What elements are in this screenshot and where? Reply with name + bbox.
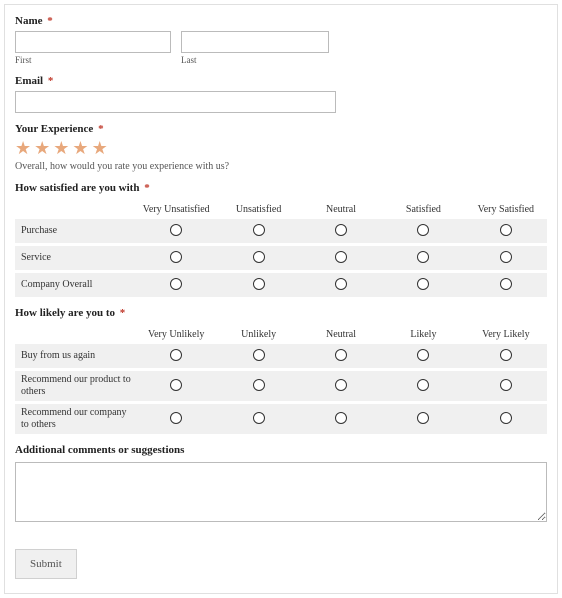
required-asterisk: * [98, 123, 104, 135]
email-input[interactable] [15, 91, 336, 113]
row-label: Purchase [15, 225, 135, 237]
radio-input[interactable] [500, 251, 512, 263]
last-name-col: Last [181, 31, 329, 65]
star-icon[interactable]: ★ [15, 139, 31, 157]
radio-input[interactable] [335, 379, 347, 391]
likelihood-matrix: Very Unlikely Unlikely Neutral Likely Ve… [15, 325, 547, 434]
radio-input[interactable] [335, 412, 347, 424]
col-head: Very Unsatisfied [135, 200, 217, 219]
satisfaction-matrix: Very Unsatisfied Unsatisfied Neutral Sat… [15, 200, 547, 297]
col-head: Neutral [300, 325, 382, 344]
experience-helper: Overall, how would you rate you experien… [15, 161, 547, 172]
matrix-row: Recommend our product to others [15, 371, 547, 401]
radio-input[interactable] [335, 349, 347, 361]
radio-input[interactable] [170, 412, 182, 424]
radio-input[interactable] [500, 379, 512, 391]
col-head: Unlikely [217, 325, 299, 344]
radio-input[interactable] [500, 278, 512, 290]
first-name-input[interactable] [15, 31, 171, 53]
matrix-row: Service [15, 246, 547, 270]
required-asterisk: * [47, 15, 53, 27]
header-spacer [15, 325, 135, 344]
radio-input[interactable] [170, 224, 182, 236]
header-spacer [15, 200, 135, 219]
radio-input[interactable] [253, 379, 265, 391]
name-label-text: Name [15, 15, 43, 27]
row-label: Buy from us again [15, 350, 135, 362]
row-label: Recommend our company to others [15, 407, 135, 431]
name-row: First Last [15, 31, 547, 65]
name-label: Name * [15, 15, 547, 27]
radio-input[interactable] [253, 349, 265, 361]
satisfaction-label: How satisfied are you with * [15, 182, 547, 194]
first-name-col: First [15, 31, 171, 65]
radio-input[interactable] [417, 251, 429, 263]
textarea-wrap [15, 462, 547, 525]
radio-input[interactable] [500, 224, 512, 236]
col-head: Very Unlikely [135, 325, 217, 344]
survey-form: Name * First Last Email * Your Experienc… [4, 4, 558, 594]
radio-input[interactable] [500, 412, 512, 424]
comments-label: Additional comments or suggestions [15, 444, 547, 456]
satisfaction-label-text: How satisfied are you with [15, 182, 139, 194]
last-sublabel: Last [181, 55, 329, 65]
radio-input[interactable] [170, 278, 182, 290]
matrix-row: Purchase [15, 219, 547, 243]
submit-button[interactable]: Submit [15, 549, 77, 579]
col-head: Very Satisfied [465, 200, 547, 219]
required-asterisk: * [120, 307, 126, 319]
experience-label: Your Experience * [15, 123, 547, 135]
radio-input[interactable] [170, 349, 182, 361]
last-name-input[interactable] [181, 31, 329, 53]
matrix-row: Recommend our company to others [15, 404, 547, 434]
radio-input[interactable] [417, 412, 429, 424]
radio-input[interactable] [253, 278, 265, 290]
matrix-row: Buy from us again [15, 344, 547, 368]
experience-label-text: Your Experience [15, 123, 93, 135]
col-head: Very Likely [465, 325, 547, 344]
satisfaction-header: Very Unsatisfied Unsatisfied Neutral Sat… [15, 200, 547, 219]
radio-input[interactable] [417, 224, 429, 236]
experience-section: Your Experience * ★ ★ ★ ★ ★ Overall, how… [15, 123, 547, 172]
star-rating: ★ ★ ★ ★ ★ [15, 139, 547, 157]
row-label: Recommend our product to others [15, 374, 135, 398]
row-label: Company Overall [15, 279, 135, 291]
first-sublabel: First [15, 55, 171, 65]
col-head: Neutral [300, 200, 382, 219]
radio-input[interactable] [335, 278, 347, 290]
star-icon[interactable]: ★ [34, 139, 50, 157]
row-label: Service [15, 252, 135, 264]
radio-input[interactable] [335, 224, 347, 236]
likelihood-header: Very Unlikely Unlikely Neutral Likely Ve… [15, 325, 547, 344]
required-asterisk: * [144, 182, 150, 194]
likelihood-label: How likely are you to * [15, 307, 547, 319]
radio-input[interactable] [253, 251, 265, 263]
col-head: Unsatisfied [217, 200, 299, 219]
radio-input[interactable] [417, 349, 429, 361]
star-icon[interactable]: ★ [53, 139, 69, 157]
email-section: Email * [15, 75, 547, 113]
comments-section: Additional comments or suggestions [15, 444, 547, 525]
radio-input[interactable] [417, 278, 429, 290]
radio-input[interactable] [170, 251, 182, 263]
likelihood-section: How likely are you to * Very Unlikely Un… [15, 307, 547, 434]
email-label: Email * [15, 75, 547, 87]
email-label-text: Email [15, 75, 43, 87]
satisfaction-section: How satisfied are you with * Very Unsati… [15, 182, 547, 297]
radio-input[interactable] [417, 379, 429, 391]
star-icon[interactable]: ★ [92, 139, 108, 157]
radio-input[interactable] [253, 224, 265, 236]
col-head: Satisfied [382, 200, 464, 219]
radio-input[interactable] [170, 379, 182, 391]
required-asterisk: * [48, 75, 54, 87]
radio-input[interactable] [335, 251, 347, 263]
comments-textarea[interactable] [15, 462, 547, 522]
radio-input[interactable] [500, 349, 512, 361]
star-icon[interactable]: ★ [72, 139, 88, 157]
likelihood-label-text: How likely are you to [15, 307, 115, 319]
matrix-row: Company Overall [15, 273, 547, 297]
radio-input[interactable] [253, 412, 265, 424]
col-head: Likely [382, 325, 464, 344]
name-section: Name * First Last [15, 15, 547, 65]
